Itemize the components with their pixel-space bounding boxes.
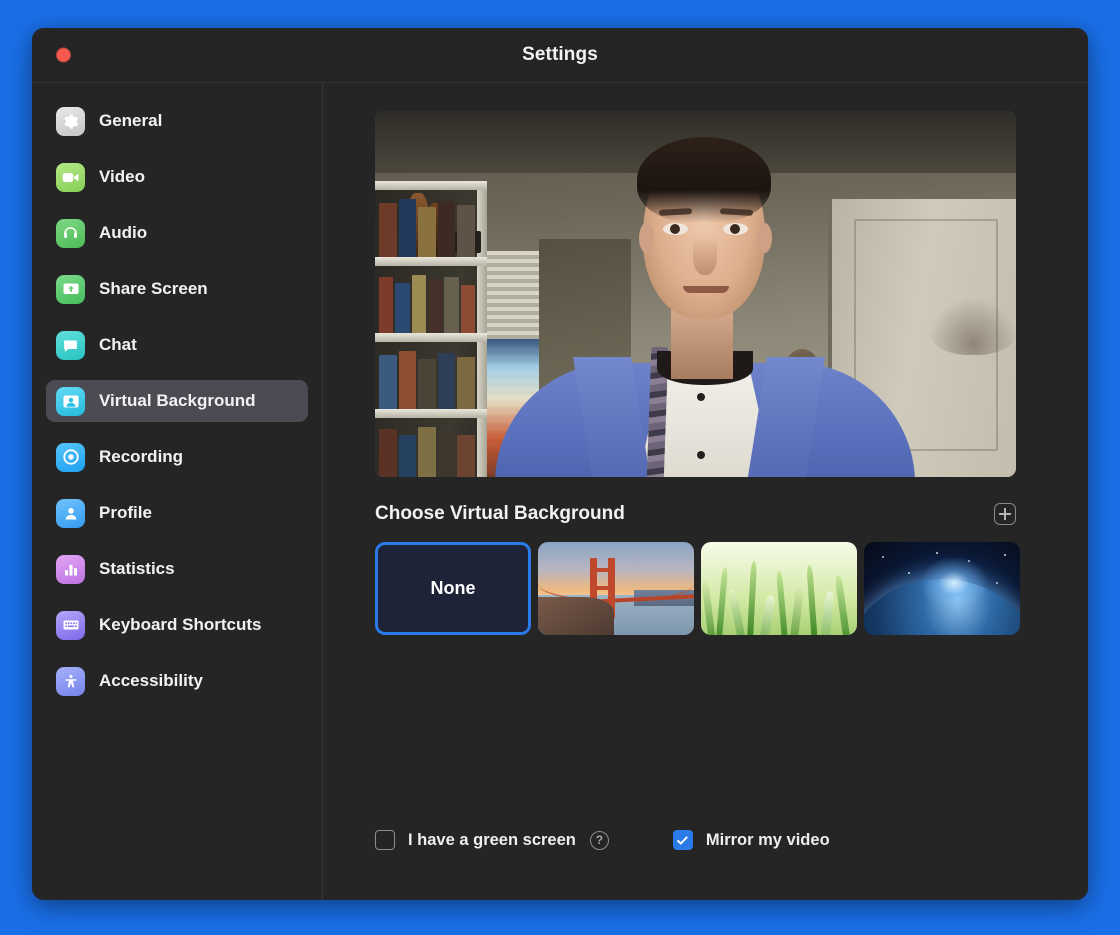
- sidebar-item-label: General: [99, 111, 162, 131]
- section-title: Choose Virtual Background: [375, 503, 625, 525]
- share-screen-icon: [56, 275, 85, 304]
- sidebar-item-accessibility[interactable]: Accessibility: [46, 660, 308, 702]
- background-thumbnail-list: None: [375, 542, 1048, 635]
- record-icon: [56, 443, 85, 472]
- green-screen-checkbox[interactable]: [375, 830, 395, 850]
- mirror-video-option[interactable]: Mirror my video: [673, 830, 830, 850]
- sidebar-item-label: Keyboard Shortcuts: [99, 615, 261, 635]
- background-thumb-label: None: [431, 578, 476, 599]
- sidebar-item-label: Recording: [99, 447, 183, 467]
- options-row: I have a green screen ? Mirror my video: [375, 830, 830, 850]
- title-bar: Settings: [32, 28, 1088, 83]
- add-background-button[interactable]: [994, 503, 1016, 525]
- preview-scene: [375, 111, 1016, 477]
- background-thumb-grass[interactable]: [701, 542, 857, 635]
- sidebar-item-profile[interactable]: Profile: [46, 492, 308, 534]
- sidebar-item-label: Profile: [99, 503, 152, 523]
- sidebar-item-label: Video: [99, 167, 145, 187]
- close-button[interactable]: [56, 48, 71, 63]
- green-screen-label: I have a green screen: [408, 831, 576, 850]
- virtual-background-icon: [56, 387, 85, 416]
- sidebar-item-recording[interactable]: Recording: [46, 436, 308, 478]
- virtual-background-panel: Choose Virtual Background None: [323, 83, 1088, 900]
- keyboard-icon: [56, 611, 85, 640]
- sidebar-item-label: Accessibility: [99, 671, 203, 691]
- sidebar-item-chat[interactable]: Chat: [46, 324, 308, 366]
- video-camera-icon: [56, 163, 85, 192]
- sidebar-item-label: Audio: [99, 223, 147, 243]
- window-body: General Video Audio Share Screen: [32, 83, 1088, 900]
- section-header: Choose Virtual Background: [375, 503, 1016, 525]
- sidebar-item-general[interactable]: General: [46, 100, 308, 142]
- help-icon[interactable]: ?: [590, 831, 609, 850]
- sidebar-item-label: Statistics: [99, 559, 175, 579]
- person-icon: [56, 499, 85, 528]
- settings-sidebar: General Video Audio Share Screen: [32, 83, 323, 900]
- person: [375, 111, 1016, 477]
- video-preview[interactable]: [375, 111, 1016, 477]
- headphones-icon: [56, 219, 85, 248]
- mirror-video-label: Mirror my video: [706, 831, 830, 850]
- settings-window: Settings General Video Audio: [32, 28, 1088, 900]
- sidebar-item-video[interactable]: Video: [46, 156, 308, 198]
- sidebar-item-virtual-background[interactable]: Virtual Background: [46, 380, 308, 422]
- sidebar-item-statistics[interactable]: Statistics: [46, 548, 308, 590]
- background-thumb-golden-gate-bridge[interactable]: [538, 542, 694, 635]
- green-screen-option[interactable]: I have a green screen: [375, 830, 576, 850]
- sidebar-item-label: Share Screen: [99, 279, 208, 299]
- sidebar-item-keyboard-shortcuts[interactable]: Keyboard Shortcuts: [46, 604, 308, 646]
- sidebar-item-label: Chat: [99, 335, 137, 355]
- sidebar-item-audio[interactable]: Audio: [46, 212, 308, 254]
- chat-bubble-icon: [56, 331, 85, 360]
- bar-chart-icon: [56, 555, 85, 584]
- mirror-video-checkbox[interactable]: [673, 830, 693, 850]
- sidebar-item-label: Virtual Background: [99, 391, 256, 411]
- background-thumb-none[interactable]: None: [375, 542, 531, 635]
- background-thumb-earth[interactable]: [864, 542, 1020, 635]
- window-title: Settings: [32, 44, 1088, 66]
- sidebar-item-share-screen[interactable]: Share Screen: [46, 268, 308, 310]
- check-icon: [676, 834, 689, 847]
- accessibility-icon: [56, 667, 85, 696]
- gear-icon: [56, 107, 85, 136]
